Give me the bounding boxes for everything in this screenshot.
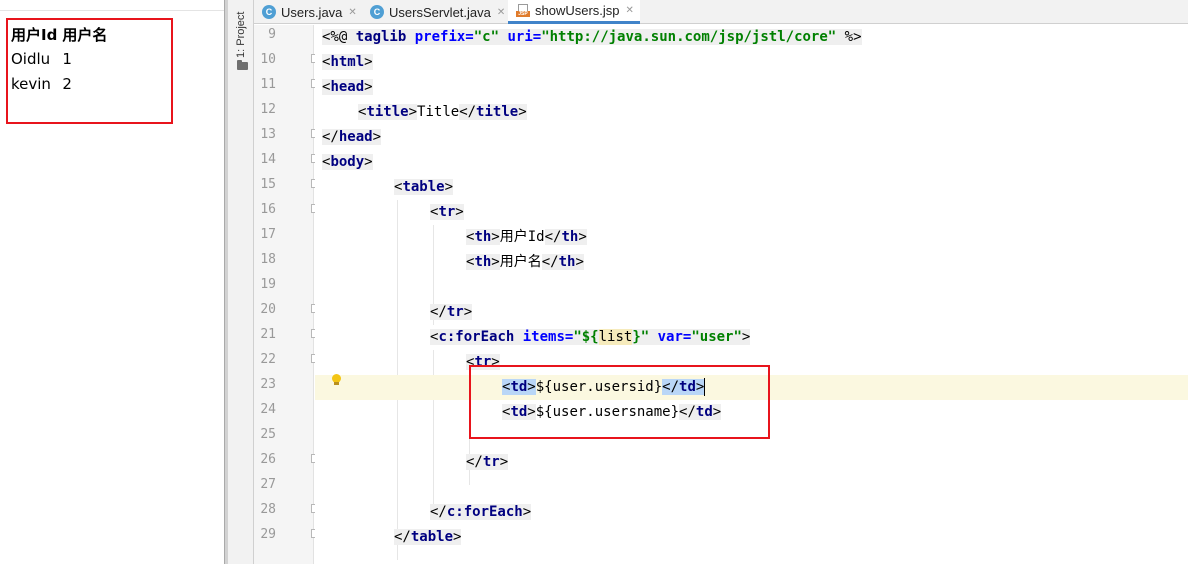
code-line-18: <th>用户名</th>	[466, 254, 584, 270]
tool-window-strip: 1: Project	[228, 0, 254, 564]
code-line-11: <head>	[322, 79, 373, 95]
line-number: 26	[260, 452, 276, 467]
line-number: 25	[260, 427, 276, 442]
tab-label: UsersServlet.java	[389, 4, 491, 20]
close-icon[interactable]: ✕	[348, 7, 356, 18]
line-number: 9	[268, 27, 276, 42]
code-editor[interactable]: <%@ taglib prefix="c" uri="http://java.s…	[315, 25, 1188, 564]
browser-preview: 用户Id 用户名 Oidlu 1 kevin 2	[0, 0, 224, 564]
code-line-10: <html>	[322, 54, 373, 70]
class-icon: C	[262, 5, 276, 19]
line-number: 17	[260, 227, 276, 242]
tab-showusers-jsp[interactable]: JSP showUsers.jsp ✕	[508, 0, 640, 24]
class-icon: C	[370, 5, 384, 19]
folder-icon[interactable]	[237, 60, 248, 70]
code-line-28: </c:forEach>	[430, 504, 532, 520]
line-number: 29	[260, 527, 276, 542]
code-line-12: <title>Title</title>	[358, 104, 527, 120]
close-icon[interactable]: ✕	[626, 5, 634, 16]
line-number: 28	[260, 502, 276, 517]
tab-label: showUsers.jsp	[535, 3, 620, 18]
line-number: 18	[260, 252, 276, 267]
tab-label: Users.java	[281, 4, 343, 20]
line-number: 22	[260, 352, 276, 367]
line-number: 10	[260, 52, 276, 67]
line-number: 12	[260, 102, 276, 117]
close-icon[interactable]: ✕	[497, 7, 505, 18]
line-number: 14	[260, 152, 276, 167]
line-number: 19	[260, 277, 276, 292]
line-number: 27	[260, 477, 276, 492]
highlight-box-preview	[6, 18, 173, 124]
jsp-file-icon: JSP	[516, 3, 530, 18]
code-line-29: </table>	[394, 529, 462, 545]
line-number: 13	[260, 127, 276, 142]
code-line-15: <table>	[394, 179, 454, 195]
line-number: 11	[260, 77, 276, 92]
project-tool-tab[interactable]: 1: Project	[233, 4, 249, 58]
lightbulb-icon[interactable]	[331, 374, 341, 386]
code-line-13: </head>	[322, 129, 382, 145]
code-line-20: </tr>	[430, 304, 473, 320]
code-line-14: <body>	[322, 154, 373, 170]
highlight-box-code	[469, 365, 770, 439]
editor-tab-bar: C Users.java ✕ C UsersServlet.java ✕ JSP…	[254, 0, 1188, 24]
code-line-16: <tr>	[430, 204, 464, 220]
line-number: 24	[260, 402, 276, 417]
line-number: 15	[260, 177, 276, 192]
code-line-9: <%@ taglib prefix="c" uri="http://java.s…	[322, 29, 862, 45]
code-line-21: <c:forEach items="${list}" var="user">	[430, 329, 751, 345]
code-line-26: </tr>	[466, 454, 509, 470]
tab-usersservlet-java[interactable]: C UsersServlet.java ✕	[362, 0, 508, 24]
editor-gutter[interactable]: 9 10 11 12 13 14 15 16 17 18 19 20 21 22…	[254, 25, 314, 564]
tab-users-java[interactable]: C Users.java ✕	[254, 0, 362, 24]
browser-top-border	[0, 10, 224, 11]
project-tool-label: 1: Project	[235, 11, 247, 58]
code-line-17: <th>用户Id</th>	[466, 229, 587, 245]
line-number: 20	[260, 302, 276, 317]
line-number: 16	[260, 202, 276, 217]
line-number: 21	[260, 327, 276, 342]
line-number: 23	[260, 377, 276, 392]
